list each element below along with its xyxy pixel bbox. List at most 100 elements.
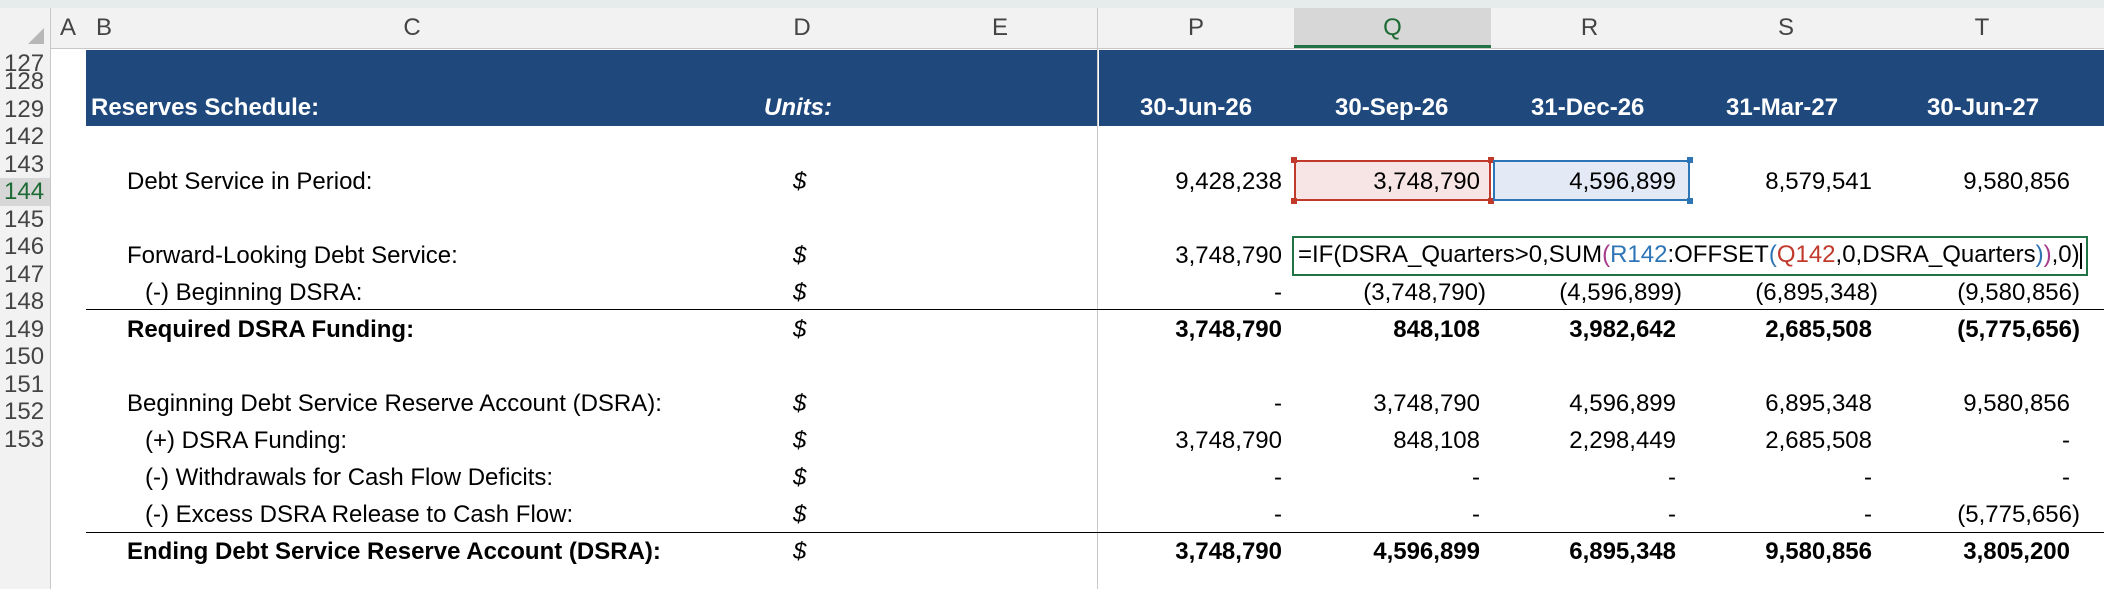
value-cell-p[interactable]: 9,428,238 (1175, 168, 1282, 196)
date-header-r[interactable]: 31-Dec-26 (1531, 94, 1644, 122)
value-cell-t[interactable]: (5,775,656) (1957, 316, 2080, 344)
row-header-selected[interactable]: 144 (0, 178, 50, 206)
date-header-t[interactable]: 30-Jun-27 (1927, 94, 2039, 122)
value-cell-p[interactable]: - (1274, 279, 1282, 307)
value-cell-q[interactable]: (3,748,790) (1363, 279, 1486, 307)
row-header[interactable]: 150 (0, 343, 50, 371)
value-cell-s[interactable]: 2,685,508 (1765, 316, 1872, 344)
value-cell-t[interactable]: - (2062, 464, 2070, 492)
value-cell-s[interactable]: (6,895,348) (1755, 279, 1878, 307)
units-header[interactable]: Units: (764, 94, 832, 122)
value-cell-r[interactable]: - (1668, 501, 1676, 529)
value-cell-s[interactable]: 9,580,856 (1765, 538, 1872, 566)
value-cell-q[interactable]: 4,596,899 (1373, 538, 1480, 566)
row-header[interactable]: 148 (0, 288, 50, 316)
unit-cell[interactable]: $ (793, 390, 806, 418)
column-header-a[interactable]: A (50, 8, 86, 48)
section-title[interactable]: Reserves Schedule: (91, 94, 319, 122)
range-handle[interactable] (1291, 198, 1297, 204)
date-header-p[interactable]: 30-Jun-26 (1140, 94, 1252, 122)
row-label[interactable]: Ending Debt Service Reserve Account (DSR… (127, 538, 661, 566)
value-cell-q[interactable]: - (1472, 464, 1480, 492)
range-handle[interactable] (1687, 157, 1693, 163)
value-cell-q[interactable]: 848,108 (1393, 316, 1480, 344)
value-cell-p[interactable]: - (1274, 501, 1282, 529)
value-cell-r[interactable]: 2,298,449 (1569, 427, 1676, 455)
window-top-band (0, 0, 2104, 8)
value-cell-r[interactable]: 4,596,899 (1569, 168, 1676, 196)
value-cell-t[interactable]: (5,775,656) (1957, 501, 2080, 529)
row-header[interactable]: 147 (0, 261, 50, 289)
value-cell-q[interactable]: 3,748,790 (1373, 168, 1480, 196)
column-header-e[interactable]: E (902, 8, 1098, 48)
row-header[interactable]: 143 (0, 151, 50, 179)
row-header[interactable]: 142 (0, 123, 50, 151)
value-cell-t[interactable]: (9,580,856) (1957, 279, 2080, 307)
value-cell-q[interactable]: 848,108 (1393, 427, 1480, 455)
row-header[interactable]: 153 (0, 426, 50, 454)
value-cell-p[interactable]: 3,748,790 (1175, 538, 1282, 566)
row-label[interactable]: (-) Beginning DSRA: (145, 279, 362, 307)
value-cell-p[interactable]: 3,748,790 (1175, 242, 1282, 270)
value-cell-s[interactable]: 8,579,541 (1765, 168, 1872, 196)
row-header[interactable]: 129 (0, 96, 50, 124)
row-label[interactable]: (-) Excess DSRA Release to Cash Flow: (145, 501, 573, 529)
value-cell-r[interactable]: 4,596,899 (1569, 390, 1676, 418)
date-header-s[interactable]: 31-Mar-27 (1726, 94, 1838, 122)
column-header-b[interactable]: B (86, 8, 122, 48)
value-cell-t[interactable]: - (2062, 427, 2070, 455)
select-all-corner[interactable] (0, 8, 50, 48)
value-cell-s[interactable]: - (1864, 464, 1872, 492)
row-header-bar: 127 128 129 142 143 144 145 146 147 148 … (0, 48, 51, 589)
row-label[interactable]: Beginning Debt Service Reserve Account (… (127, 390, 662, 418)
value-cell-p[interactable]: - (1274, 390, 1282, 418)
row-label[interactable]: Required DSRA Funding: (127, 316, 414, 344)
value-cell-p[interactable]: - (1274, 464, 1282, 492)
value-cell-s[interactable]: - (1864, 501, 1872, 529)
value-cell-r[interactable]: 3,982,642 (1569, 316, 1676, 344)
value-cell-r[interactable]: - (1668, 464, 1676, 492)
unit-cell[interactable]: $ (793, 464, 806, 492)
range-handle[interactable] (1291, 157, 1297, 163)
value-cell-t[interactable]: 3,805,200 (1963, 538, 2070, 566)
row-label[interactable]: Debt Service in Period: (127, 168, 372, 196)
gridline (1097, 8, 1098, 589)
unit-cell[interactable]: $ (793, 538, 806, 566)
column-header-q[interactable]: Q (1294, 8, 1491, 48)
value-cell-q[interactable]: 3,748,790 (1373, 390, 1480, 418)
column-header-s[interactable]: S (1688, 8, 1884, 48)
range-handle[interactable] (1687, 198, 1693, 204)
column-header-c[interactable]: C (122, 8, 702, 48)
column-header-d[interactable]: D (702, 8, 902, 48)
unit-cell[interactable]: $ (793, 501, 806, 529)
value-cell-s[interactable]: 2,685,508 (1765, 427, 1872, 455)
value-cell-t[interactable]: 9,580,856 (1963, 168, 2070, 196)
row-header[interactable]: 128 (0, 68, 50, 96)
unit-cell[interactable]: $ (793, 279, 806, 307)
in-cell-formula-editor[interactable]: =IF(DSRA_Quarters>0,SUM(R142:OFFSET(Q142… (1292, 236, 2088, 276)
value-cell-q[interactable]: - (1472, 501, 1480, 529)
row-header[interactable]: 145 (0, 206, 50, 234)
unit-cell[interactable]: $ (793, 316, 806, 344)
column-header-t[interactable]: T (1884, 8, 2080, 48)
row-header[interactable]: 152 (0, 398, 50, 426)
value-cell-p[interactable]: 3,748,790 (1175, 316, 1282, 344)
formula-text: ,0) (2051, 241, 2080, 268)
value-cell-p[interactable]: 3,748,790 (1175, 427, 1282, 455)
value-cell-r[interactable]: (4,596,899) (1559, 279, 1682, 307)
row-label[interactable]: Forward-Looking Debt Service: (127, 242, 458, 270)
value-cell-r[interactable]: 6,895,348 (1569, 538, 1676, 566)
column-header-r[interactable]: R (1491, 8, 1688, 48)
value-cell-s[interactable]: 6,895,348 (1765, 390, 1872, 418)
unit-cell[interactable]: $ (793, 427, 806, 455)
value-cell-t[interactable]: 9,580,856 (1963, 390, 2070, 418)
unit-cell[interactable]: $ (793, 242, 806, 270)
row-header[interactable]: 146 (0, 233, 50, 261)
column-header-p[interactable]: P (1098, 8, 1294, 48)
row-header[interactable]: 151 (0, 371, 50, 399)
date-header-q[interactable]: 30-Sep-26 (1335, 94, 1448, 122)
unit-cell[interactable]: $ (793, 168, 806, 196)
row-label[interactable]: (+) DSRA Funding: (145, 427, 347, 455)
row-label[interactable]: (-) Withdrawals for Cash Flow Deficits: (145, 464, 553, 492)
row-header[interactable]: 149 (0, 316, 50, 344)
